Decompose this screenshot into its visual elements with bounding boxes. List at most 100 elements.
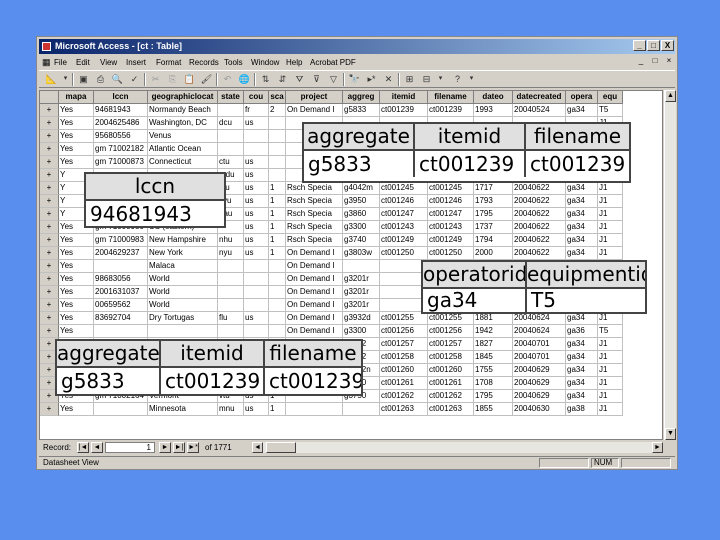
table-cell[interactable]: Yes <box>59 130 94 143</box>
maximize-button[interactable]: □ <box>647 40 660 51</box>
document-icon[interactable]: ▦ <box>42 57 51 68</box>
expand-indicator-icon[interactable]: + <box>40 104 59 117</box>
toolbar-options-icon[interactable]: ▾ <box>465 73 478 85</box>
table-cell[interactable]: fr <box>244 104 269 117</box>
table-cell[interactable]: g5833 <box>343 104 380 117</box>
new-record-icon[interactable]: ▸* <box>365 73 378 85</box>
sort-descending-icon[interactable]: ⇵ <box>276 73 289 85</box>
table-cell[interactable]: ga34 <box>566 208 598 221</box>
column-header-lccn-col[interactable]: lccn <box>94 91 148 104</box>
table-cell[interactable]: 1827 <box>474 338 513 351</box>
vertical-scrollbar[interactable]: ▲ ▼ <box>664 90 676 440</box>
expand-indicator-icon[interactable]: + <box>40 208 59 221</box>
table-cell[interactable]: ga34 <box>566 377 598 390</box>
menu-acrobat-pdf[interactable]: Acrobat PDF <box>310 58 356 67</box>
table-cell[interactable]: 1 <box>269 403 286 416</box>
expand-indicator-icon[interactable]: + <box>40 143 59 156</box>
column-header-opera-col[interactable]: opera <box>566 91 598 104</box>
table-cell[interactable]: 1794 <box>474 234 513 247</box>
table-cell[interactable]: g3300 <box>343 325 380 338</box>
expand-indicator-icon[interactable]: + <box>40 286 59 299</box>
insert-hyperlink-icon[interactable]: 🌐 <box>238 73 251 85</box>
table-cell[interactable]: us <box>244 221 269 234</box>
expand-indicator-icon[interactable]: + <box>40 247 59 260</box>
menu-file[interactable]: File <box>54 58 67 67</box>
new-object-icon[interactable]: ⊟ <box>420 73 433 85</box>
table-cell[interactable]: 1 <box>269 182 286 195</box>
table-cell[interactable]: us <box>244 247 269 260</box>
view-icon[interactable]: 📐 <box>45 73 58 85</box>
table-cell[interactable]: Normandy Beach <box>148 104 218 117</box>
table-cell[interactable]: On Demand I <box>286 312 343 325</box>
table-cell[interactable]: J1 <box>598 234 623 247</box>
table-cell[interactable]: ct001256 <box>428 325 474 338</box>
table-cell[interactable]: Yes <box>59 325 94 338</box>
column-header-equ-col[interactable]: equ <box>598 91 623 104</box>
table-cell[interactable]: ga34 <box>566 247 598 260</box>
table-cell[interactable]: Minnesota <box>148 403 218 416</box>
new-record-nav-button[interactable]: ►* <box>187 442 199 453</box>
table-cell[interactable]: us <box>244 312 269 325</box>
table-cell[interactable]: 98683056 <box>94 273 148 286</box>
table-cell[interactable]: ct001246 <box>380 195 428 208</box>
table-cell[interactable]: Yes <box>59 143 94 156</box>
previous-record-button[interactable]: ◄ <box>91 442 103 453</box>
table-cell[interactable]: 2001631037 <box>94 286 148 299</box>
expand-indicator-icon[interactable]: + <box>40 260 59 273</box>
table-cell[interactable] <box>218 104 244 117</box>
doc-minimize-button[interactable]: _ <box>635 56 647 67</box>
table-cell[interactable]: 1993 <box>474 104 513 117</box>
table-cell[interactable]: 20040701 <box>513 351 566 364</box>
table-row[interactable]: + Yes 94681943 Normandy Beach fr 2 On Demand I… <box>40 104 662 117</box>
table-cell[interactable]: ct001258 <box>380 351 428 364</box>
table-cell[interactable] <box>269 169 286 182</box>
column-header-filename-col[interactable]: filename <box>428 91 474 104</box>
table-cell[interactable]: 1 <box>269 234 286 247</box>
table-cell[interactable] <box>343 403 380 416</box>
table-cell[interactable] <box>94 260 148 273</box>
expand-indicator-icon[interactable]: + <box>40 182 59 195</box>
table-cell[interactable]: Yes <box>59 156 94 169</box>
table-cell[interactable]: ga36 <box>566 325 598 338</box>
table-cell[interactable]: ct001262 <box>428 390 474 403</box>
table-cell[interactable] <box>94 325 148 338</box>
column-header-geographiclocat-col[interactable]: geographiclocat <box>148 91 218 104</box>
table-cell[interactable]: ct001247 <box>380 208 428 221</box>
table-cell[interactable]: 2 <box>269 104 286 117</box>
table-cell[interactable]: On Demand I <box>286 104 343 117</box>
menu-view[interactable]: View <box>100 58 117 67</box>
table-cell[interactable]: 2004629237 <box>94 247 148 260</box>
column-header-cou-col[interactable]: cou <box>244 91 269 104</box>
print-preview-icon[interactable]: 🔍 <box>111 73 124 85</box>
table-cell[interactable]: On Demand I <box>286 286 343 299</box>
table-cell[interactable]: Rsch Specia <box>286 234 343 247</box>
table-cell[interactable] <box>218 260 244 273</box>
table-cell[interactable]: On Demand I <box>286 260 343 273</box>
table-cell[interactable]: World <box>148 286 218 299</box>
expand-indicator-icon[interactable]: + <box>40 234 59 247</box>
table-cell[interactable]: J1 <box>598 364 623 377</box>
table-cell[interactable]: g3300 <box>343 221 380 234</box>
table-cell[interactable]: ct001256 <box>380 325 428 338</box>
menu-window[interactable]: Window <box>251 58 279 67</box>
cut-icon[interactable]: ✂ <box>149 73 162 85</box>
expand-indicator-icon[interactable]: + <box>40 130 59 143</box>
table-cell[interactable]: g3201r <box>343 286 380 299</box>
table-cell[interactable]: nhu <box>218 234 244 247</box>
table-cell[interactable] <box>269 273 286 286</box>
expand-indicator-icon[interactable]: + <box>40 299 59 312</box>
table-cell[interactable]: 1 <box>269 208 286 221</box>
table-cell[interactable]: g3201r <box>343 273 380 286</box>
table-cell[interactable]: us <box>244 208 269 221</box>
table-row[interactable]: + Yes 2004629237 New York nyu us 1 On Demand Ig… <box>40 247 662 260</box>
table-cell[interactable]: J1 <box>598 221 623 234</box>
table-cell[interactable]: 20040622 <box>513 208 566 221</box>
column-header-datecreated-col[interactable]: datecreated <box>513 91 566 104</box>
table-cell[interactable]: Rsch Specia <box>286 208 343 221</box>
filter-by-form-icon[interactable]: ⊽ <box>310 73 323 85</box>
table-cell[interactable]: 1845 <box>474 351 513 364</box>
table-cell[interactable]: ga34 <box>566 221 598 234</box>
table-cell[interactable]: On Demand I <box>286 325 343 338</box>
menu-format[interactable]: Format <box>156 58 181 67</box>
table-cell[interactable]: g3201r <box>343 299 380 312</box>
